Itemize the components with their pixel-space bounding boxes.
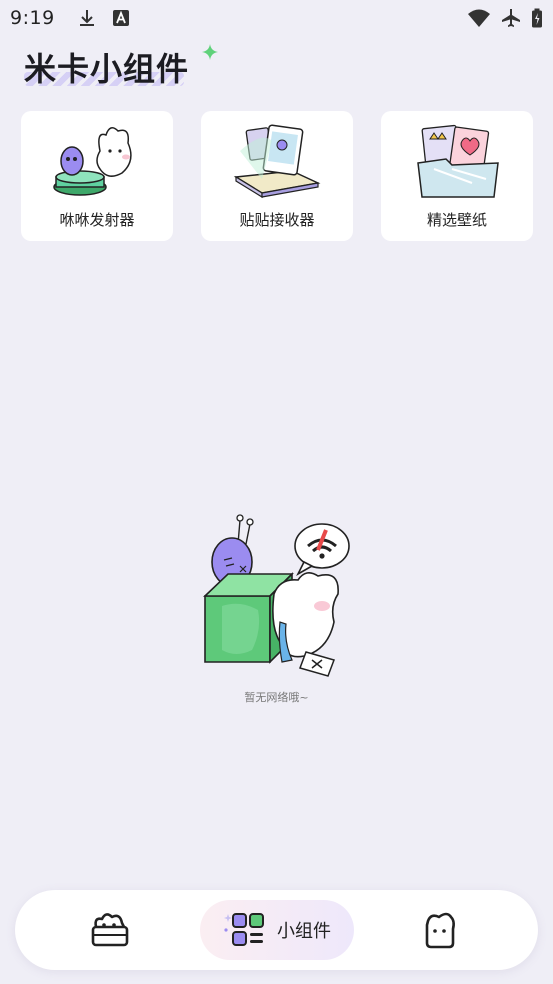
page-title: 米卡小组件 bbox=[24, 50, 190, 88]
wifi-icon bbox=[468, 9, 490, 27]
receiver-illustration bbox=[233, 124, 321, 199]
download-icon bbox=[79, 10, 94, 26]
status-right-icons bbox=[467, 8, 543, 28]
card-label: 咻咻发射器 bbox=[59, 211, 135, 229]
card-launcher[interactable]: 咻咻发射器 bbox=[21, 111, 173, 241]
nav-widgets[interactable]: 小组件 bbox=[200, 900, 354, 960]
bottom-nav: 小组件 bbox=[15, 890, 538, 970]
card-receiver[interactable]: 贴贴接收器 bbox=[201, 111, 353, 241]
feature-cards: 咻咻发射器 贴贴接收器 精选壁纸 bbox=[21, 111, 533, 241]
empty-state-message: 暂无网络哦~ bbox=[244, 691, 309, 704]
battery-icon bbox=[532, 8, 542, 28]
card-wallpaper[interactable]: 精选壁纸 bbox=[381, 111, 533, 241]
widgets-grid-icon bbox=[224, 913, 264, 946]
profile-cat-icon bbox=[425, 912, 455, 949]
airplane-mode-icon bbox=[502, 9, 520, 27]
app-header: 米卡小组件 bbox=[24, 44, 218, 92]
font-a-icon bbox=[112, 10, 129, 26]
status-left-icons bbox=[77, 8, 131, 28]
launcher-illustration bbox=[53, 127, 132, 196]
no-network-illustration bbox=[203, 514, 350, 677]
nav-widgets-label: 小组件 bbox=[277, 921, 331, 942]
home-cat-icon bbox=[91, 913, 129, 947]
nav-profile[interactable] bbox=[415, 890, 465, 970]
card-label: 贴贴接收器 bbox=[239, 211, 315, 229]
status-time: 9:19 bbox=[10, 7, 55, 29]
wallpaper-illustration bbox=[417, 124, 499, 198]
nav-home[interactable] bbox=[85, 890, 135, 970]
status-bar: 9:19 bbox=[0, 0, 553, 36]
card-label: 精选壁纸 bbox=[426, 211, 487, 229]
sparkle-icon bbox=[202, 44, 218, 60]
